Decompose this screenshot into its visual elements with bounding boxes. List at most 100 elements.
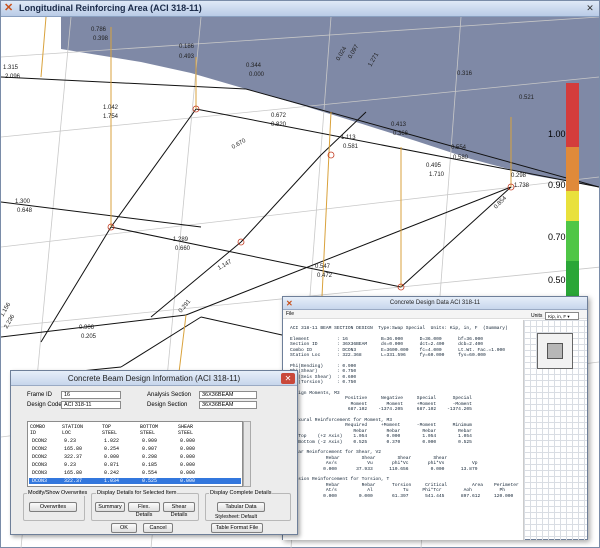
- table-row[interactable]: DCON2 165.80 0.254 0.907 0.000: [29, 446, 241, 452]
- table-cell: 0.000: [180, 438, 196, 444]
- table-cell: 0.871: [104, 462, 120, 468]
- model-value-label: 0.000: [249, 72, 265, 78]
- model-value-label: 0.854: [493, 195, 508, 210]
- table-cell: DCON2: [32, 446, 48, 452]
- table-cell: DCON3: [32, 470, 48, 476]
- table-cell: 165.80: [64, 470, 83, 476]
- table-cell: 0.907: [142, 446, 158, 452]
- close-icon[interactable]: ✕: [584, 3, 596, 14]
- title-bar: ✕ Longitudinal Reinforcing Area (ACI 318…: [1, 1, 599, 17]
- model-value-label: 0.344: [246, 63, 262, 69]
- overwrites-button[interactable]: Overwrites: [29, 502, 77, 512]
- model-value-label: 0.298: [511, 173, 527, 179]
- flex-details-button[interactable]: Flex. Details: [128, 502, 160, 518]
- modify-group-label: Modify/Show Overwrites: [27, 490, 89, 496]
- units-select[interactable]: Kip, in, F ▾: [545, 312, 579, 320]
- model-value-label: 0.366: [393, 131, 409, 137]
- results-header-cell: ID: [30, 430, 37, 436]
- results-header-cell: STEEL: [178, 430, 194, 436]
- table-cell: DCON3: [32, 478, 48, 484]
- model-value-label: 0.906: [79, 325, 95, 331]
- model-value-label: 0.670: [231, 138, 248, 151]
- summary-button[interactable]: Summary: [95, 502, 125, 512]
- model-value-label: 0.660: [175, 246, 191, 252]
- model-value-label: 0.580: [453, 155, 469, 161]
- model-value-label: 1.300: [15, 199, 31, 205]
- app-icon: ✕: [286, 299, 293, 308]
- table-cell: 0.554: [142, 470, 158, 476]
- table-cell: 9.23: [64, 462, 77, 468]
- results-header-cell: STEEL: [102, 430, 118, 436]
- table-cell: 0.298: [142, 454, 158, 460]
- table-cell: 0.185: [142, 462, 158, 468]
- close-icon[interactable]: ✕: [281, 373, 295, 384]
- table-cell: DCON2: [32, 454, 48, 460]
- results-header-cell: STEEL: [140, 430, 156, 436]
- table-cell: 1.034: [104, 478, 120, 484]
- table-row[interactable]: DCON3 322.37 1.034 0.525 0.000: [29, 478, 241, 484]
- design-code-label: Design Code: [27, 402, 62, 408]
- model-value-label: 1.289: [173, 237, 189, 243]
- model-value-label: 0.581: [343, 144, 359, 150]
- stylesheet-label: Stylesheet: Default: [215, 514, 257, 520]
- table-row[interactable]: DCON3 9.23 0.871 0.185 0.000: [29, 462, 241, 468]
- results-scrollbar[interactable]: [243, 421, 251, 487]
- model-value-label: 1.315: [3, 65, 19, 71]
- design-code-field: ACI 318-11: [61, 401, 121, 409]
- frame-id-field: 16: [61, 391, 121, 399]
- table-cell: 0.242: [104, 470, 120, 476]
- model-value-label: 0.413: [391, 122, 407, 128]
- table-row[interactable]: DCON2 9.23 1.022 0.909 0.000: [29, 438, 241, 444]
- legend-bar: [566, 83, 579, 297]
- ok-button[interactable]: OK: [111, 523, 137, 533]
- model-value-label: 1.147: [217, 259, 234, 272]
- table-cell: 322.37: [64, 478, 83, 484]
- model-value-label: 0.398: [93, 36, 109, 42]
- legend-value-1: 1.00: [548, 129, 566, 139]
- model-value-label: 1.738: [514, 183, 530, 189]
- model-value-label: 0.786: [91, 27, 107, 33]
- table-cell: 0.000: [180, 462, 196, 468]
- sky-region: [61, 17, 599, 187]
- model-value-label: 1.113: [341, 135, 356, 141]
- table-cell: 1.022: [104, 438, 120, 444]
- table-cell: 0.000: [180, 446, 196, 452]
- model-value-label: 0.648: [17, 208, 33, 214]
- section-core: [547, 343, 563, 359]
- app-icon: ✕: [4, 2, 14, 14]
- design-section-label: Design Section: [147, 402, 188, 408]
- table-format-file-button[interactable]: Table Format File: [211, 523, 263, 533]
- model-value-label: 2.096: [5, 74, 21, 80]
- model-value-label: 0.820: [271, 122, 287, 128]
- model-value-label: 0.291: [178, 298, 193, 314]
- legend-value-4: 0.50: [548, 275, 566, 285]
- tabular-data-button[interactable]: Tabular Data: [217, 502, 265, 512]
- shear-details-button[interactable]: Shear Details: [163, 502, 195, 518]
- model-value-label: 1.042: [103, 105, 119, 111]
- beam-design-titlebar: Concrete Beam Design Information (ACI 31…: [11, 371, 297, 386]
- results-table: COMBO STATION TOP BOTTOM SHEAR ID LOC STEEL STEE…: [27, 421, 243, 487]
- table-cell: 322.37: [64, 454, 83, 460]
- table-cell: 0.525: [142, 478, 158, 484]
- complete-group-label: Display Complete Details: [209, 490, 273, 496]
- model-value-label: 0.521: [519, 95, 535, 101]
- units-label: Units: [531, 313, 543, 319]
- table-cell: 165.80: [64, 446, 83, 452]
- results-header-cell: LOC: [62, 430, 72, 436]
- model-value-label: 0.316: [457, 71, 473, 77]
- analysis-section-label: Analysis Section: [147, 392, 192, 398]
- table-cell: DCON2: [32, 438, 48, 444]
- design-data-title: Concrete Design Data ACI 318-11: [389, 300, 481, 306]
- model-value-label: 0.493: [179, 54, 195, 60]
- table-cell: 0.000: [104, 454, 120, 460]
- model-value-label: 0.472: [317, 273, 333, 279]
- cancel-button[interactable]: Cancel: [143, 523, 173, 533]
- table-cell: 0.000: [180, 478, 196, 484]
- table-cell: 0.000: [180, 454, 196, 460]
- table-cell: DCON3: [32, 462, 48, 468]
- table-cell: 0.000: [180, 470, 196, 476]
- table-row[interactable]: DCON2 322.37 0.000 0.298 0.000: [29, 454, 241, 460]
- table-row[interactable]: DCON3 165.80 0.242 0.554 0.000: [29, 470, 241, 476]
- design-section-field: 36X36BEAM: [199, 401, 257, 409]
- frame-id-label: Frame ID: [27, 392, 53, 398]
